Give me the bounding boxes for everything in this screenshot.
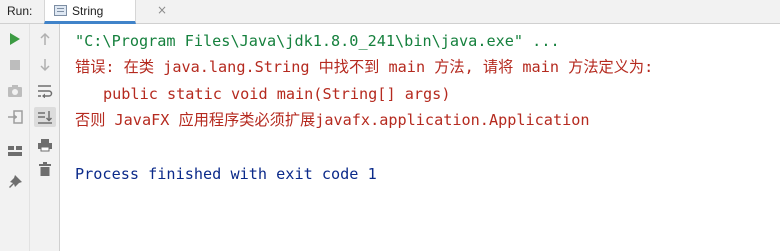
dump-threads-button[interactable] (4, 81, 26, 101)
camera-icon (8, 85, 22, 97)
up-button[interactable] (34, 29, 56, 49)
layout-button[interactable] (4, 141, 26, 161)
soft-wrap-button[interactable] (34, 81, 56, 101)
clear-all-button[interactable] (34, 159, 56, 179)
rerun-icon (10, 33, 20, 45)
pin-button[interactable] (4, 173, 26, 193)
print-button[interactable] (34, 135, 56, 155)
up-arrow-icon (40, 32, 50, 45)
tab-string[interactable]: String × (44, 0, 167, 24)
stop-icon (10, 60, 20, 70)
layout-icon (8, 146, 22, 156)
error-line-3: 否则 JavaFX 应用程序类必须扩展javafx.application.Ap… (75, 111, 590, 129)
down-arrow-icon (40, 59, 50, 72)
command-line: "C:\Program Files\Java\jdk1.8.0_241\bin\… (75, 32, 560, 50)
file-icon (54, 5, 67, 16)
soft-wrap-icon (38, 85, 53, 98)
error-line-1: 错误: 在类 java.lang.String 中找不到 main 方法, 请将… (75, 58, 654, 76)
scroll-to-end-icon (38, 111, 53, 124)
run-toolwindow-header: Run: String × (0, 0, 780, 24)
right-toolbar (30, 24, 60, 251)
print-icon (38, 139, 52, 152)
left-toolbar (0, 24, 30, 251)
console-output[interactable]: "C:\Program Files\Java\jdk1.8.0_241\bin\… (61, 24, 780, 251)
process-finished-line: Process finished with exit code 1 (75, 165, 377, 183)
scroll-to-end-button[interactable] (34, 107, 56, 127)
exit-icon (8, 110, 23, 124)
exit-button[interactable] (4, 107, 26, 127)
down-button[interactable] (34, 55, 56, 75)
trash-icon (39, 161, 51, 176)
rerun-button[interactable] (4, 29, 26, 49)
pin-icon (9, 175, 22, 188)
run-label: Run: (7, 4, 33, 18)
error-line-2: public static void main(String[] args) (103, 85, 451, 103)
stop-button[interactable] (4, 55, 26, 75)
tab-label: String (72, 4, 104, 18)
close-icon[interactable]: × (157, 3, 167, 17)
